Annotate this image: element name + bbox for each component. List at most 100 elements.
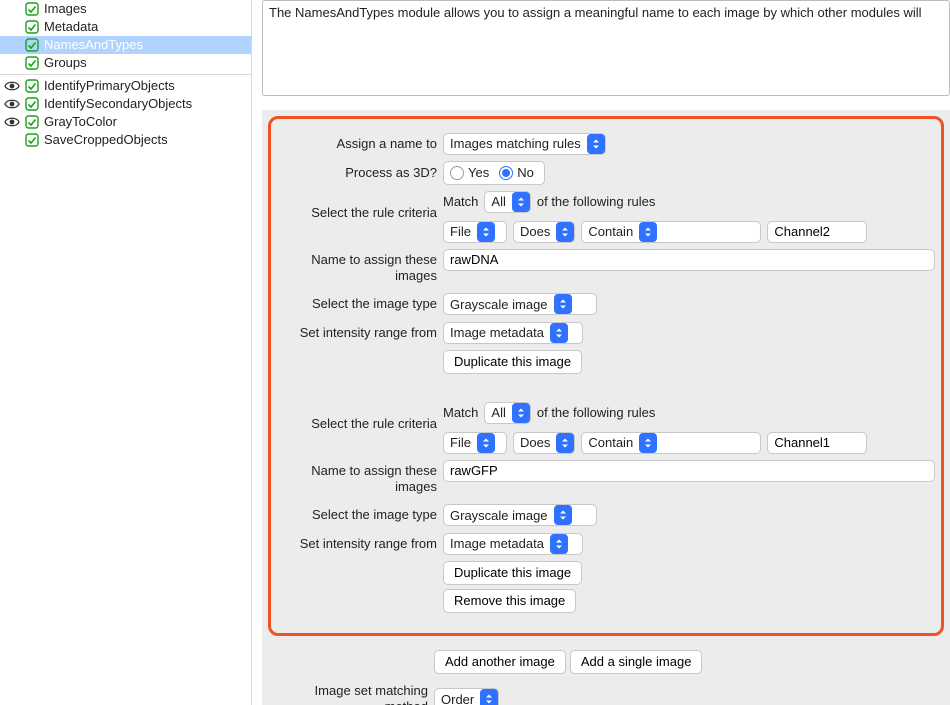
intensity-row: Set intensity range fromImage metadata [277,322,935,344]
rule-criteria-label: Select the rule criteria [277,402,443,435]
match-suffix: of the following rules [537,194,656,209]
chevron-updown-icon [556,433,574,453]
rule-criteria-row: Select the rule criteriaMatch All of the f… [277,191,935,243]
matching-method-label: Image set matching method [268,680,434,705]
radio-dot-icon [499,166,513,180]
image-group-1: Select the rule criteriaMatchAllof the f… [277,402,935,613]
chevron-updown-icon [550,323,568,343]
intensity-label: Set intensity range from [277,322,443,344]
check-icon[interactable] [22,38,42,52]
name-assign-input[interactable] [443,460,935,482]
name-assign-row: Name to assign these images [277,249,935,288]
check-icon[interactable] [22,56,42,70]
image-type-label: Select the image type [277,504,443,526]
process3d-no-radio[interactable]: No [499,165,534,180]
chevron-updown-icon [587,134,605,154]
eye-icon[interactable] [2,78,22,94]
check-icon[interactable] [22,2,42,16]
match-prefix: Match [443,194,478,209]
match-suffix: of the following rules [537,405,656,420]
rule-pred-select[interactable]: Contain [581,432,761,454]
sidebar-item-metadata[interactable]: Metadata [0,18,251,36]
chevron-updown-icon [512,192,530,212]
group-buttons-row: Duplicate this image Remove this image [277,561,935,613]
intensity-select[interactable]: Image metadata [443,533,583,555]
process3d-label: Process as 3D? [277,162,443,184]
below-highlight: Add another image Add a single image Ima… [262,644,950,705]
module-label: NamesAndTypes [42,36,143,54]
settings-scroll: Assign a name to Images matching rules P… [262,110,950,705]
check-icon[interactable] [22,115,42,129]
intensity-row: Set intensity range fromImage metadata [277,533,935,555]
eye-icon[interactable] [2,96,22,112]
rule-attr-select[interactable]: File [443,432,507,454]
sidebar-item-identifyprimaryobjects[interactable]: IdentifyPrimaryObjects [0,77,251,95]
rule-value-input[interactable] [767,432,867,454]
match-mode-select[interactable]: All [484,191,530,213]
add-single-image-button[interactable]: Add a single image [570,650,703,674]
rule-op-select[interactable]: Does [513,432,575,454]
module-list: ImagesMetadataNamesAndTypesGroups Identif… [0,0,251,149]
settings-pane: The NamesAndTypes module allows you to a… [252,0,950,705]
check-icon[interactable] [22,97,42,111]
chevron-updown-icon [554,505,572,525]
check-icon[interactable] [22,133,42,147]
chevron-updown-icon [556,222,574,242]
module-label: SaveCroppedObjects [42,131,168,149]
rule-pred-select[interactable]: Contain [581,221,761,243]
sidebar-item-namesandtypes[interactable]: NamesAndTypes [0,36,251,54]
sidebar-item-groups[interactable]: Groups [0,54,251,72]
sidebar-item-graytocolor[interactable]: GrayToColor [0,113,251,131]
chevron-updown-icon [512,403,530,423]
module-label: IdentifyPrimaryObjects [42,77,175,95]
module-list-sidebar: ImagesMetadataNamesAndTypesGroups Identif… [0,0,252,705]
chevron-updown-icon [477,222,495,242]
module-label: IdentifySecondaryObjects [42,95,192,113]
sidebar-item-savecroppedobjects[interactable]: SaveCroppedObjects [0,131,251,149]
process3d-yes-radio[interactable]: Yes [450,165,489,180]
image-group-0: Select the rule criteriaMatch All of the f… [277,191,935,374]
name-assign-input[interactable] [443,249,935,271]
name-assign-label: Name to assign these images [277,460,443,499]
check-icon[interactable] [22,20,42,34]
group-buttons-row: Duplicate this image [277,350,935,374]
image-type-select[interactable]: Grayscale image [443,293,597,315]
image-type-row: Select the image typeGrayscale image [277,293,935,315]
duplicate-image-button[interactable]: Duplicate this image [443,561,582,585]
image-type-select[interactable]: Grayscale image [443,504,597,526]
sidebar-item-identifysecondaryobjects[interactable]: IdentifySecondaryObjects [0,95,251,113]
add-another-image-button[interactable]: Add another image [434,650,566,674]
intensity-select[interactable]: Image metadata [443,322,583,344]
assign-label: Assign a name to [277,133,443,155]
module-label: Metadata [42,18,98,36]
chevron-updown-icon [554,294,572,314]
chevron-updown-icon [480,689,498,705]
rule-criteria-row: Select the rule criteriaMatchAllof the f… [277,402,935,454]
name-assign-label: Name to assign these images [277,249,443,288]
check-icon[interactable] [22,79,42,93]
duplicate-image-button[interactable]: Duplicate this image [443,350,582,374]
radio-dot-icon [450,166,464,180]
matching-method-select[interactable]: Order [434,688,499,705]
assign-row: Assign a name to Images matching rules [277,133,935,155]
module-label: GrayToColor [42,113,117,131]
assign-select[interactable]: Images matching rules [443,133,606,155]
chevron-updown-icon [639,433,657,453]
module-label: Groups [42,54,87,72]
match-mode-select[interactable]: All [484,402,530,424]
rule-attr-select[interactable]: File [443,221,507,243]
eye-icon[interactable] [2,114,22,130]
intensity-label: Set intensity range from [277,533,443,555]
remove-image-button[interactable]: Remove this image [443,589,576,613]
name-assign-row: Name to assign these images [277,460,935,499]
rule-criteria-label: Select the rule criteria [277,191,443,224]
chevron-updown-icon [550,534,568,554]
module-description: The NamesAndTypes module allows you to a… [262,0,950,96]
process3d-row: Process as 3D? Yes No [277,161,935,185]
chevron-updown-icon [639,222,657,242]
rule-value-input[interactable] [767,221,867,243]
rule-op-select[interactable]: Does [513,221,575,243]
highlight-frame: Assign a name to Images matching rules P… [268,116,944,636]
chevron-updown-icon [477,433,495,453]
sidebar-item-images[interactable]: Images [0,0,251,18]
